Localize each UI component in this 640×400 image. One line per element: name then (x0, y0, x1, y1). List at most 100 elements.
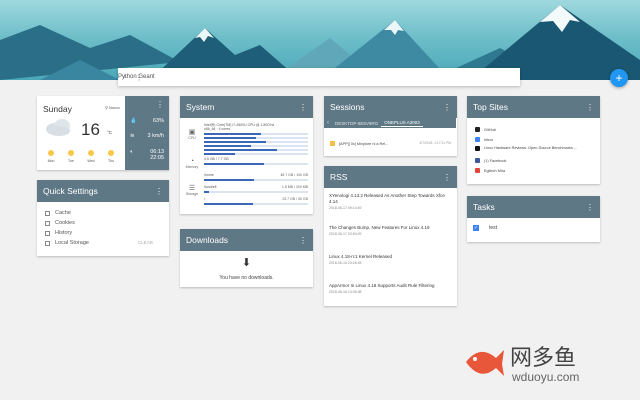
sun-icon (88, 150, 94, 156)
wind-icon: ≋ (130, 133, 135, 139)
inbox-icon (475, 137, 480, 142)
forecast-day: Tue (61, 150, 81, 163)
rss-item[interactable]: AppArmor In Linux 4.18 Supports Audit Ru… (329, 283, 451, 294)
search-bar[interactable]: ⌕ Python Geant ⋮ (118, 68, 520, 86)
cpu-core-bar (204, 153, 308, 155)
quick-setting-item[interactable]: Local Storage (45, 240, 89, 246)
humidity-row: 💧 63% (130, 118, 164, 124)
rss-item[interactable]: XYenologi 4.13.2 Released As Another Ste… (329, 193, 451, 210)
download-icon: ⬇ (241, 257, 252, 269)
wind-row: ≋ 3 km/h (130, 133, 164, 139)
downloads-empty-text: You have no downloads. (219, 275, 274, 281)
card-header: RSS ⋮ (324, 166, 457, 188)
memory-usage-bar (204, 163, 308, 165)
sessions-tabs: ‹ DESKTOP-6E5V9RG ONEPLUS A3003 (324, 118, 456, 128)
menu-icon[interactable]: ⋮ (443, 173, 451, 182)
clear-button[interactable]: CLEAR (138, 240, 153, 245)
rss-item[interactable]: The Changes Bump, New Features For Linux… (329, 225, 451, 236)
cpu-core-bar (204, 137, 308, 139)
checkbox (45, 230, 50, 236)
menu-icon[interactable]: ⋮ (586, 103, 594, 112)
session-tab-active[interactable]: ONEPLUS A3003 (381, 120, 423, 127)
card-header: Downloads ⋮ (180, 229, 313, 251)
storage-icon: ☰ (188, 185, 196, 192)
watermark: 网多鱼 wduoyu.com (462, 338, 622, 388)
watermark-chinese: 网多鱼 (510, 346, 577, 371)
quick-settings-card: Quick Settings ⋮ Cache Cookies History Lo… (37, 180, 169, 256)
top-site-link[interactable]: Inbox (475, 137, 493, 142)
weather-menu-icon[interactable]: ⋮ (156, 100, 164, 109)
cpu-core-bar (204, 133, 308, 135)
menu-icon[interactable]: ⋮ (586, 203, 594, 212)
card-header: System ⋮ (180, 96, 313, 118)
checkbox (45, 240, 50, 246)
forecast-day: Thu (101, 150, 121, 163)
menu-icon[interactable]: ⋮ (299, 236, 307, 245)
session-tab[interactable]: DESKTOP-6E5V9RG (332, 121, 381, 126)
menu-icon[interactable]: ⋮ (299, 103, 307, 112)
card-title: RSS (330, 172, 348, 182)
sessions-card: Sessions ⋮ ‹ DESKTOP-6E5V9RG ONEPLUS A300… (324, 96, 457, 156)
site-icon (475, 168, 480, 173)
storage-usage-bar (204, 203, 308, 205)
quick-setting-item[interactable]: History (45, 230, 72, 236)
sun-icon (68, 150, 74, 156)
card-title: Tasks (473, 202, 495, 212)
top-site-link[interactable]: GitHub (475, 127, 496, 132)
top-sites-card: Top Sites ⋮ GitHub Inbox Linux Hardware R… (467, 96, 600, 184)
session-entry[interactable]: [APP][ 0x] Mlxplore nl a Rel... (330, 141, 388, 146)
storage-size: 1.8 MB / 300 MB (281, 185, 308, 189)
memory-text: 4.5 GB / 7.7 GB (204, 157, 229, 161)
cloud-icon (46, 119, 70, 136)
card-title: System (186, 102, 215, 112)
menu-icon[interactable]: ⋮ (155, 187, 163, 196)
cpu-core-bar (204, 141, 308, 143)
fish-logo-icon (466, 350, 504, 376)
weather-temperature: 16 (81, 120, 100, 139)
top-site-link[interactable]: Egitech Mira (475, 168, 505, 173)
weather-card: Sunday ⚲ Norco 16 °C Mon Tue Wed Thu ⋮ 💧… (37, 96, 169, 170)
search-input[interactable]: Python Geant (118, 74, 155, 80)
storage-name: / (204, 197, 205, 201)
cpu-arch: x86_64 · 4 cores (204, 127, 231, 131)
downloads-card: Downloads ⋮ ⬇ You have no downloads. (180, 229, 313, 287)
storage-size: 23.7 GB / 50 GB (282, 197, 308, 201)
cpu-core-bar (204, 145, 308, 147)
storage-usage-bar (204, 191, 308, 193)
weather-unit: °C (107, 130, 113, 135)
quick-setting-item[interactable]: Cache (45, 210, 71, 216)
card-header: Top Sites ⋮ (467, 96, 600, 118)
github-icon (475, 127, 480, 132)
session-time: 4/7/2018, 1:17:21 PM (419, 141, 451, 145)
top-site-link[interactable]: (1) Facebook (475, 158, 506, 163)
card-header: Sessions ⋮ (324, 96, 457, 118)
forecast-day: Mon (41, 150, 61, 163)
sunrise-icon: ◐ (130, 149, 134, 155)
memory-section-label: ◔ Memory (182, 158, 202, 169)
weather-location: ⚲ Norco (105, 105, 120, 110)
favicon-icon (330, 141, 335, 146)
rss-item[interactable]: Linux 4.18-rc1 Kernel Released 2018-06-16… (329, 254, 451, 265)
chevron-left-icon[interactable]: ‹ (324, 120, 332, 126)
tasks-card: Tasks ⋮ ✓ test (467, 196, 600, 242)
memory-icon: ◔ (189, 158, 195, 165)
watermark-url: wduoyu.com (512, 370, 580, 384)
cpu-core-bar (204, 149, 308, 151)
storage-usage-bar (204, 179, 308, 181)
menu-icon[interactable]: ⋮ (443, 103, 451, 112)
humidity-icon: 💧 (130, 118, 137, 124)
storage-name: /home (204, 173, 214, 177)
top-site-link[interactable]: Linux Hardware Reviews, Open-Source Benc… (475, 146, 577, 151)
task-item[interactable]: ✓ test (473, 225, 497, 231)
system-card: System ⋮ ▣ CPU ◔ Memory ☰ Storage Intel(R) C… (180, 96, 313, 214)
sun-times-row: ◐ 06:13 22:05 (130, 149, 164, 161)
add-widget-button[interactable]: + (610, 69, 628, 87)
storage-name: /boot/efi (204, 185, 217, 189)
cpu-section-label: ▣ CPU (182, 128, 202, 140)
site-icon (475, 146, 480, 151)
card-title: Top Sites (473, 102, 508, 112)
quick-setting-item[interactable]: Cookies (45, 220, 75, 226)
sun-icon (48, 150, 54, 156)
card-header: Tasks ⋮ (467, 196, 600, 218)
storage-section-label: ☰ Storage (182, 184, 202, 196)
